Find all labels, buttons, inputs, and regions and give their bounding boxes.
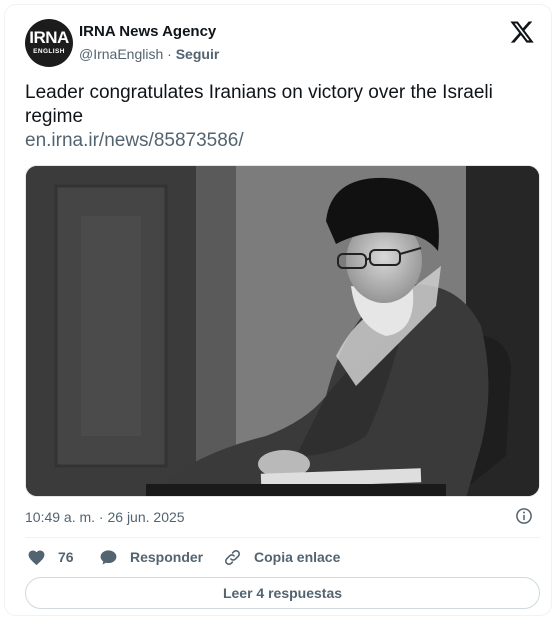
photo-illustration <box>26 166 539 496</box>
tweet-timestamp[interactable]: 10:49 a. m. · 26 jun. 2025 <box>25 509 185 525</box>
author-meta: @IrnaEnglish · Seguir <box>79 46 219 62</box>
copy-link-button[interactable]: Copia enlace <box>223 547 340 567</box>
x-logo-icon[interactable] <box>509 19 535 45</box>
avatar-logo-subtext: ENGLISH <box>33 48 65 55</box>
author-handle[interactable]: @IrnaEnglish <box>79 46 163 62</box>
like-count: 76 <box>58 549 74 565</box>
tweet-card: IRNA ENGLISH IRNA News Agency @IrnaEngli… <box>4 4 552 616</box>
tweet-link[interactable]: en.irna.ir/news/85873586/ <box>25 129 244 153</box>
heart-icon <box>28 550 45 565</box>
avatar-logo-text: IRNA <box>29 28 69 47</box>
link-icon <box>225 549 240 565</box>
speech-bubble-icon <box>100 549 117 565</box>
author-name[interactable]: IRNA News Agency <box>79 23 216 40</box>
info-icon[interactable] <box>515 507 533 525</box>
meta-separator: · <box>163 46 176 62</box>
avatar[interactable]: IRNA ENGLISH <box>25 19 73 67</box>
divider <box>25 537 540 538</box>
tweet-text: Leader congratulates Iranians on victory… <box>25 82 493 127</box>
read-replies-button[interactable]: Leer 4 respuestas <box>25 577 540 609</box>
follow-button[interactable]: Seguir <box>176 46 220 62</box>
tweet-photo[interactable] <box>25 165 540 497</box>
reply-label: Responder <box>130 549 204 565</box>
reply-button[interactable]: Responder <box>99 547 203 567</box>
copy-link-label: Copia enlace <box>254 549 341 565</box>
like-button[interactable]: 76 <box>27 547 74 567</box>
